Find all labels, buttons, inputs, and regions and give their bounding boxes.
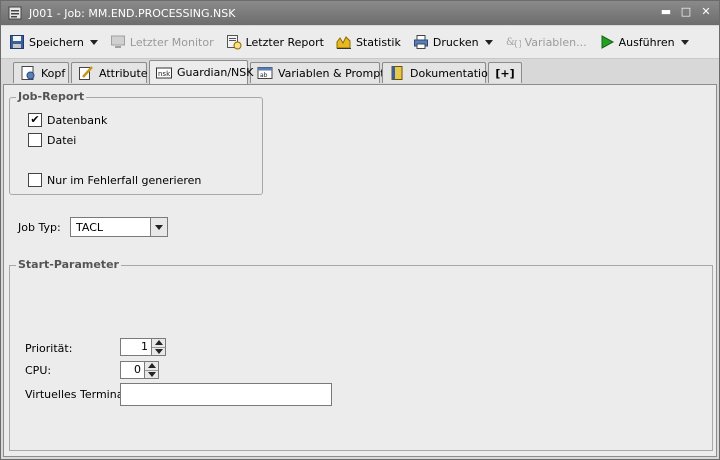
- statistics-button[interactable]: Statistik: [332, 30, 405, 54]
- database-checkbox-row[interactable]: ✔ Datenbank: [28, 113, 107, 127]
- last-report-button[interactable]: Letzter Report: [222, 30, 328, 54]
- variables-label: Variablen...: [524, 35, 587, 49]
- tab-dokumentation-label: Dokumentation: [410, 66, 495, 80]
- tab-dokumentation[interactable]: Dokumentation: [382, 62, 495, 83]
- variables-window-icon: ab: [257, 67, 273, 79]
- job-report-group: Job-Report ✔ Datenbank Datei Nur im Fehl…: [9, 90, 263, 195]
- job-window: J001 - Job: MM.END.PROCESSING.NSK ▬ □ ✕ …: [0, 0, 720, 460]
- play-icon: [601, 35, 614, 49]
- last-report-label: Letzter Report: [245, 35, 324, 49]
- tab-guardian-nsk[interactable]: nsk Guardian/NSK: [149, 60, 253, 84]
- tab-variables-prompts-label: Variablen & Prompts: [278, 66, 391, 80]
- save-button[interactable]: Speichern: [5, 30, 102, 54]
- nsk-icon: nsk: [156, 67, 172, 78]
- attribute-pencil-icon: [79, 66, 93, 80]
- tab-variables-prompts[interactable]: ab Variablen & Prompts: [250, 62, 390, 83]
- maximize-icon[interactable]: □: [679, 5, 693, 19]
- chevron-down-icon: [155, 224, 163, 230]
- on-error-checkbox[interactable]: [28, 173, 42, 187]
- file-checkbox[interactable]: [28, 133, 42, 147]
- cpu-label: CPU:: [25, 364, 52, 377]
- tab-guardian-nsk-label: Guardian/NSK: [177, 66, 254, 79]
- cpu-down-button[interactable]: [145, 369, 158, 378]
- print-dropdown-icon[interactable]: [484, 39, 493, 45]
- save-button-label: Speichern: [29, 35, 84, 49]
- arrow-up-icon: [154, 340, 163, 346]
- close-icon[interactable]: ✕: [699, 5, 713, 19]
- file-checkbox-row[interactable]: Datei: [28, 133, 76, 147]
- cpu-spinner-buttons[interactable]: [145, 361, 159, 379]
- variables-icon: & {}: [506, 37, 521, 48]
- svg-text:nsk: nsk: [158, 70, 171, 78]
- documentation-book-icon: [391, 66, 403, 80]
- priority-up-button[interactable]: [152, 339, 165, 347]
- job-report-title: Job-Report: [16, 90, 87, 103]
- tab-add[interactable]: [+]: [488, 62, 522, 83]
- variables-button[interactable]: & {} Variablen...: [501, 30, 591, 54]
- execute-label: Ausführen: [618, 35, 675, 49]
- priority-spinner-buttons[interactable]: [152, 338, 166, 356]
- job-type-select[interactable]: TACL: [70, 217, 168, 237]
- start-parameters-title: Start-Parameter: [16, 258, 121, 271]
- job-type-label: Job Typ:: [18, 221, 61, 234]
- printer-icon: [413, 35, 428, 49]
- start-parameters-group: Start-Parameter Priorität: 1 CPU: 0 Virt…: [9, 258, 713, 451]
- guardian-nsk-panel: Job-Report ✔ Datenbank Datei Nur im Fehl…: [3, 84, 717, 457]
- on-error-label: Nur im Fehlerfall generieren: [47, 173, 202, 187]
- arrow-down-icon: [147, 371, 156, 377]
- tab-add-label: [+]: [495, 66, 515, 80]
- job-icon: [8, 6, 22, 20]
- print-button[interactable]: Drucken: [409, 30, 497, 54]
- svg-text:{}: {}: [513, 39, 521, 48]
- priority-down-button[interactable]: [152, 346, 165, 355]
- tab-attribute[interactable]: Attribute: [71, 62, 148, 83]
- statistics-label: Statistik: [355, 35, 401, 49]
- arrow-up-icon: [147, 363, 156, 369]
- cpu-input[interactable]: 0: [120, 361, 145, 379]
- priority-spinner[interactable]: 1: [120, 338, 166, 356]
- execute-dropdown-icon[interactable]: [680, 39, 689, 45]
- priority-label: Priorität:: [25, 342, 73, 355]
- print-label: Drucken: [432, 35, 479, 49]
- statistics-chart-icon: [336, 36, 351, 49]
- on-error-checkbox-row[interactable]: Nur im Fehlerfall generieren: [28, 173, 201, 187]
- virtual-terminal-label: Virtuelles Terminal:: [25, 388, 131, 401]
- arrow-down-icon: [154, 348, 163, 354]
- tab-attribute-label: Attribute: [99, 66, 148, 80]
- last-monitor-label: Letzter Monitor: [129, 35, 214, 49]
- save-dropdown-icon[interactable]: [89, 39, 98, 45]
- tab-kopf-label: Kopf: [41, 66, 66, 80]
- cpu-spinner[interactable]: 0: [120, 361, 159, 379]
- minimize-icon[interactable]: ▬: [659, 5, 673, 19]
- database-checkbox[interactable]: ✔: [28, 113, 42, 127]
- last-monitor-button[interactable]: Letzter Monitor: [106, 30, 218, 54]
- execute-button[interactable]: Ausführen: [595, 30, 693, 54]
- svg-text:ab: ab: [260, 72, 268, 79]
- cpu-up-button[interactable]: [145, 362, 158, 370]
- priority-input[interactable]: 1: [120, 338, 152, 356]
- database-label: Datenbank: [47, 113, 108, 127]
- tab-kopf[interactable]: Kopf: [13, 62, 69, 83]
- tab-bar: Kopf Attribute nsk Guardian/NSK ab Varia…: [1, 59, 719, 84]
- file-label: Datei: [47, 133, 77, 147]
- window-title: J001 - Job: MM.END.PROCESSING.NSK: [29, 6, 236, 20]
- job-type-value: TACL: [76, 220, 104, 234]
- toolbar: Speichern Letzter Monitor Letzter Report: [1, 26, 719, 59]
- report-clock-icon: [226, 35, 242, 50]
- job-type-dropdown-button[interactable]: [150, 218, 167, 236]
- header-doc-icon: [21, 66, 35, 80]
- monitor-icon: [110, 35, 125, 48]
- title-bar[interactable]: J001 - Job: MM.END.PROCESSING.NSK ▬ □ ✕: [1, 1, 719, 25]
- virtual-terminal-input[interactable]: [120, 383, 332, 406]
- floppy-disk-icon: [10, 35, 24, 49]
